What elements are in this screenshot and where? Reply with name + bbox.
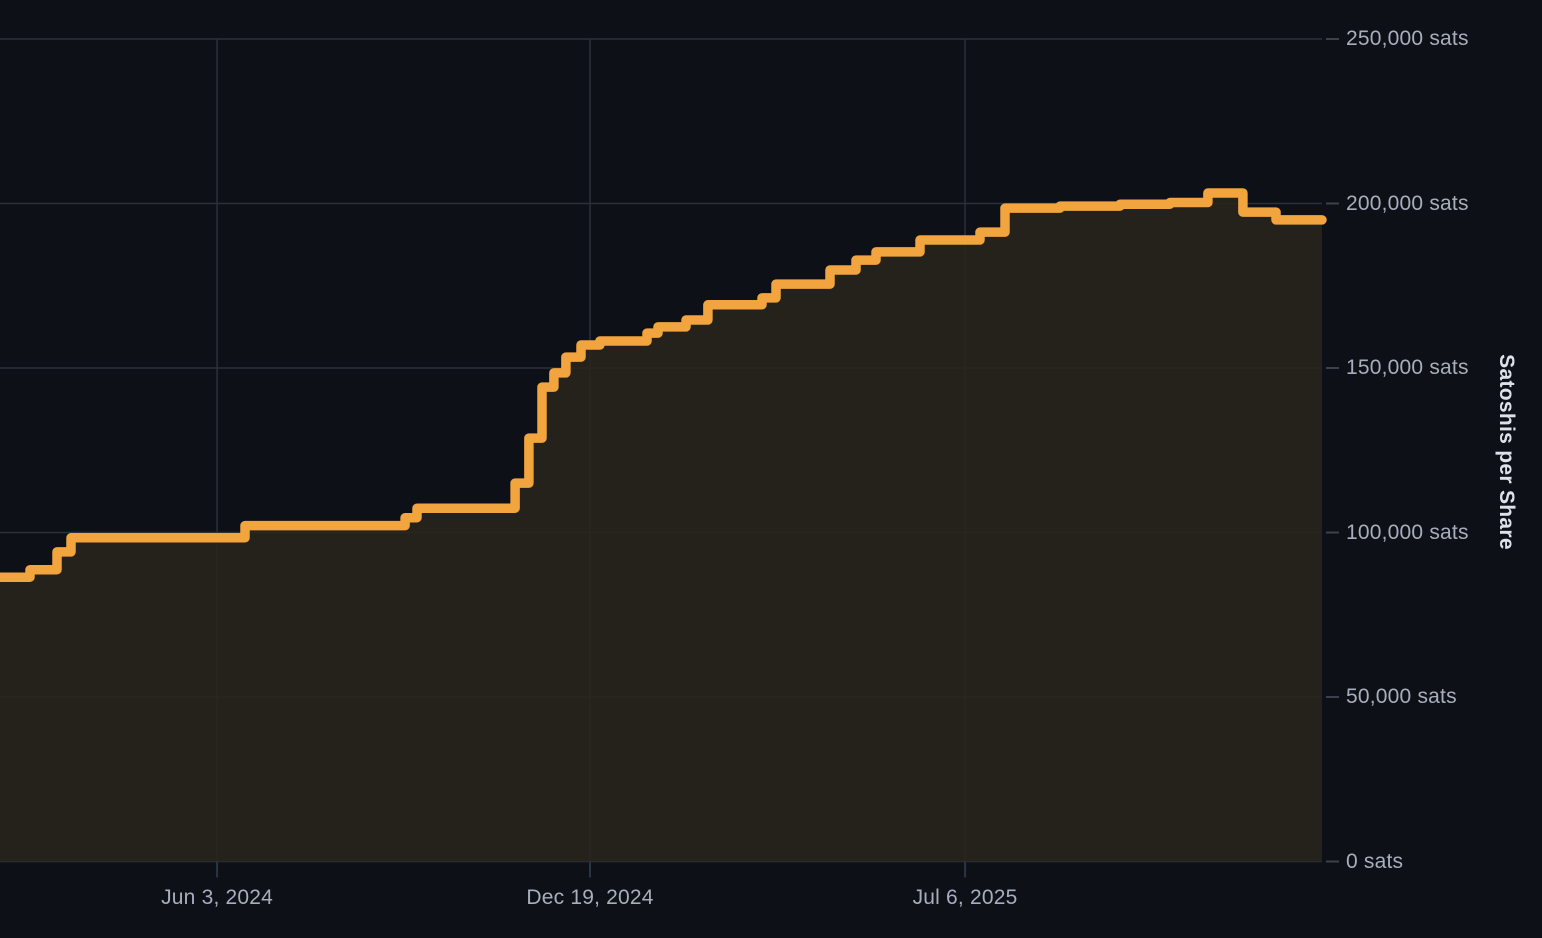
y-axis-title: Satoshis per Share (1495, 354, 1518, 550)
area-fill (0, 193, 1322, 862)
chart-canvas (0, 38, 1339, 878)
x-tick-label: Jun 3, 2024 (161, 886, 274, 909)
x-tick-label: Jul 6, 2025 (912, 886, 1018, 909)
x-tick-label: Dec 19, 2024 (526, 886, 654, 909)
y-tick-label: 150,000 sats (1346, 356, 1469, 379)
y-tick-label: 250,000 sats (1346, 27, 1469, 50)
y-tick-label: 100,000 sats (1346, 520, 1469, 544)
satoshis-per-share-chart: 0 sats 50,000 sats 100,000 sats 150,000 sat… (0, 0, 1542, 938)
y-tick-label: 50,000 sats (1346, 685, 1457, 708)
y-tick-label: 0 sats (1346, 849, 1404, 873)
y-tick-label: 200,000 sats (1346, 191, 1469, 215)
